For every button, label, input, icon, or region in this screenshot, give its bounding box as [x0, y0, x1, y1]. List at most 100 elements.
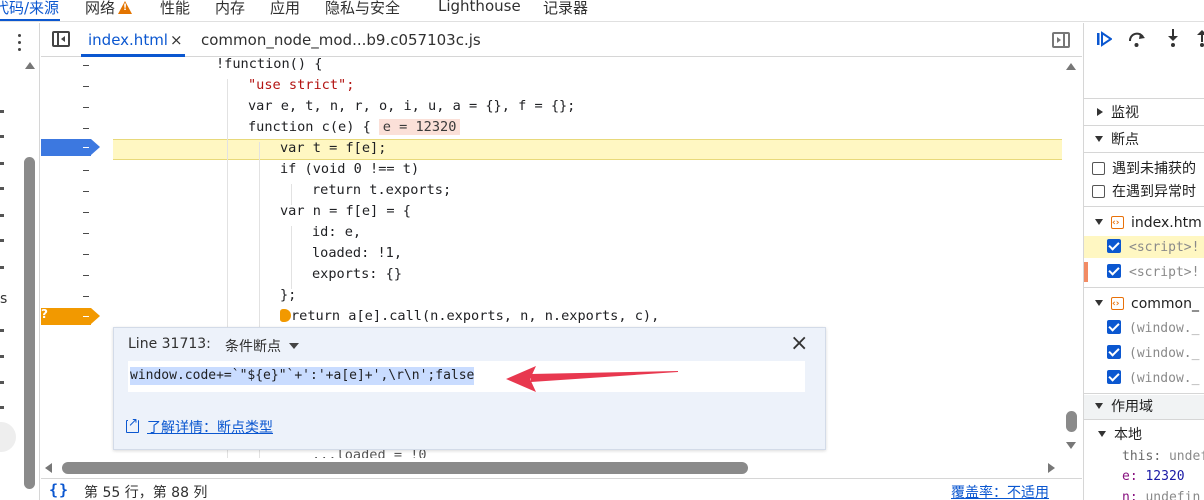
tree-item-marker[interactable]: [0, 381, 4, 384]
pause-uncaught-option[interactable]: 遇到未捕获的: [1084, 158, 1204, 180]
close-icon[interactable]: ×: [790, 333, 808, 355]
watch-section-header[interactable]: 监视: [1084, 101, 1204, 125]
variable-value: 12320: [1145, 469, 1185, 484]
breakpoint-code: (window._: [1129, 371, 1200, 386]
tree-item-marker[interactable]: [0, 329, 4, 332]
tree-item-marker[interactable]: [0, 239, 4, 242]
gutter-line-marker[interactable]: [83, 275, 89, 276]
condition-expression-input[interactable]: window.code+=`"${e}"`+':'+a[e]+',\r\n';f…: [128, 361, 805, 392]
active-editor-tab-indicator: [81, 54, 185, 57]
tree-item-marker[interactable]: [0, 162, 4, 165]
checkbox-checked[interactable]: [1107, 370, 1121, 384]
pretty-print-icon[interactable]: {}: [49, 481, 69, 499]
more-options-icon[interactable]: [18, 34, 21, 51]
gutter-line-marker[interactable]: [83, 212, 89, 213]
gutter-line-marker[interactable]: [83, 254, 89, 255]
tab-privacy-security[interactable]: 隐私与安全: [325, 0, 400, 18]
tree-item-marker[interactable]: [0, 187, 4, 190]
scroll-up-icon[interactable]: [1066, 63, 1076, 70]
active-tab-indicator: [0, 19, 60, 21]
tab-lighthouse[interactable]: Lighthouse: [438, 0, 521, 15]
tree-item-marker[interactable]: [0, 110, 4, 113]
file-icon: [1111, 212, 1124, 234]
breakpoint-marker[interactable]: [41, 139, 101, 156]
checkbox-unchecked[interactable]: [1092, 185, 1105, 198]
learn-more-link[interactable]: 了解详情：断点类型: [126, 416, 273, 437]
scroll-down-icon[interactable]: [1066, 442, 1076, 449]
tab-performance[interactable]: 性能: [160, 0, 190, 18]
inline-variable-value: e = 12320: [378, 119, 461, 135]
tab-sources[interactable]: 代码/来源: [0, 0, 59, 18]
code-line: !function() {: [216, 58, 323, 72]
checkbox-checked[interactable]: [1107, 239, 1121, 253]
tab-memory[interactable]: 内存: [215, 0, 245, 18]
breakpoint-entry[interactable]: (window._: [1084, 317, 1204, 339]
inline-breakpoint-icon[interactable]: [280, 309, 291, 322]
gutter-line-marker[interactable]: [83, 233, 89, 234]
editor-status-bar: {} 第 55 行，第 88 列 覆盖率：不适用: [41, 478, 1082, 500]
toggle-debugger-icon[interactable]: [1052, 32, 1070, 48]
condition-expression-text: window.code+=`"${e}"`+':'+a[e]+',\r\n';f…: [130, 367, 475, 385]
editor-tab-label: index.html: [88, 31, 168, 49]
gutter-line-marker[interactable]: [83, 107, 89, 108]
step-out-icon[interactable]: [1194, 28, 1204, 48]
horizontal-scrollbar-thumb[interactable]: [62, 462, 748, 474]
step-into-icon[interactable]: [1165, 28, 1181, 48]
breakpoint-entry[interactable]: <script>!: [1084, 261, 1204, 283]
checkbox-checked[interactable]: [1107, 264, 1121, 278]
tree-item-letter[interactable]: s: [0, 291, 7, 307]
coverage-link[interactable]: 覆盖率：不适用: [951, 482, 1049, 500]
code-line: return t.exports;: [312, 182, 452, 198]
gutter-line-marker[interactable]: [83, 170, 89, 171]
breakpoint-file-group[interactable]: index.htm: [1084, 212, 1204, 234]
scope-section-header[interactable]: 作用域: [1084, 395, 1204, 419]
navigator-scrollbar[interactable]: [24, 157, 35, 489]
editor-tab-index-html[interactable]: index.html ×: [88, 23, 183, 57]
code-line: exports: {}: [312, 266, 403, 282]
line-gutter[interactable]: ?: [41, 58, 113, 458]
collapse-icon: [1095, 219, 1103, 225]
pause-caught-option[interactable]: 在遇到异常时: [1084, 181, 1204, 203]
breakpoints-section-header[interactable]: 断点: [1084, 128, 1204, 152]
scroll-left-icon[interactable]: [45, 463, 52, 473]
tree-item-marker[interactable]: [0, 266, 4, 269]
checkbox-checked[interactable]: [1107, 320, 1121, 334]
toggle-navigator-icon[interactable]: [52, 31, 70, 47]
gutter-line-marker[interactable]: [83, 296, 89, 297]
gutter-line-marker[interactable]: [83, 86, 89, 87]
gutter-line-marker[interactable]: [83, 65, 89, 66]
vertical-scrollbar-thumb[interactable]: [1066, 411, 1077, 432]
breakpoint-entry[interactable]: (window._: [1084, 342, 1204, 364]
divider: [1084, 393, 1204, 394]
resume-icon[interactable]: [1096, 31, 1112, 47]
tree-item-marker[interactable]: [0, 214, 4, 217]
breakpoint-type-select[interactable]: 条件断点: [225, 336, 299, 356]
scroll-right-icon[interactable]: [1048, 463, 1055, 473]
tree-item-marker[interactable]: [0, 355, 4, 358]
navigator-scroll-up-icon[interactable]: [25, 62, 35, 69]
collapse-icon: [1095, 300, 1103, 306]
gutter-line-marker[interactable]: [83, 191, 89, 192]
scope-variable[interactable]: this: undef: [1122, 447, 1204, 467]
checkbox-unchecked[interactable]: [1092, 162, 1105, 175]
tab-network[interactable]: 网络: [85, 0, 133, 18]
tree-item-marker[interactable]: [0, 406, 4, 409]
tab-application[interactable]: 应用: [270, 0, 300, 18]
breakpoint-entry[interactable]: <script>!: [1084, 236, 1204, 258]
scope-variable[interactable]: n: undefin: [1122, 488, 1200, 500]
step-over-icon[interactable]: [1128, 30, 1146, 48]
tab-recorder[interactable]: 记录器: [543, 0, 588, 18]
breakpoint-file-group[interactable]: common_: [1084, 293, 1204, 315]
editor-tab-common-node-modules[interactable]: common_node_mod...b9.c057103c.js: [201, 23, 481, 57]
string-literal: "use strict";: [248, 77, 355, 93]
checkbox-checked[interactable]: [1107, 345, 1121, 359]
local-scope-header[interactable]: 本地: [1084, 423, 1204, 447]
conditional-breakpoint-marker[interactable]: ?: [41, 307, 101, 325]
conditional-breakpoint-editor: Line 31713: 条件断点 × window.code+=`"${e}"`…: [113, 327, 826, 450]
close-tab-icon[interactable]: ×: [170, 31, 183, 49]
scope-variable[interactable]: e: 12320: [1122, 467, 1185, 487]
tree-item-marker[interactable]: [0, 135, 4, 138]
code-text: return a[e].call(n.exports, n, n.exports…: [291, 308, 660, 324]
breakpoint-entry[interactable]: (window._: [1084, 367, 1204, 389]
gutter-line-marker[interactable]: [83, 128, 89, 129]
